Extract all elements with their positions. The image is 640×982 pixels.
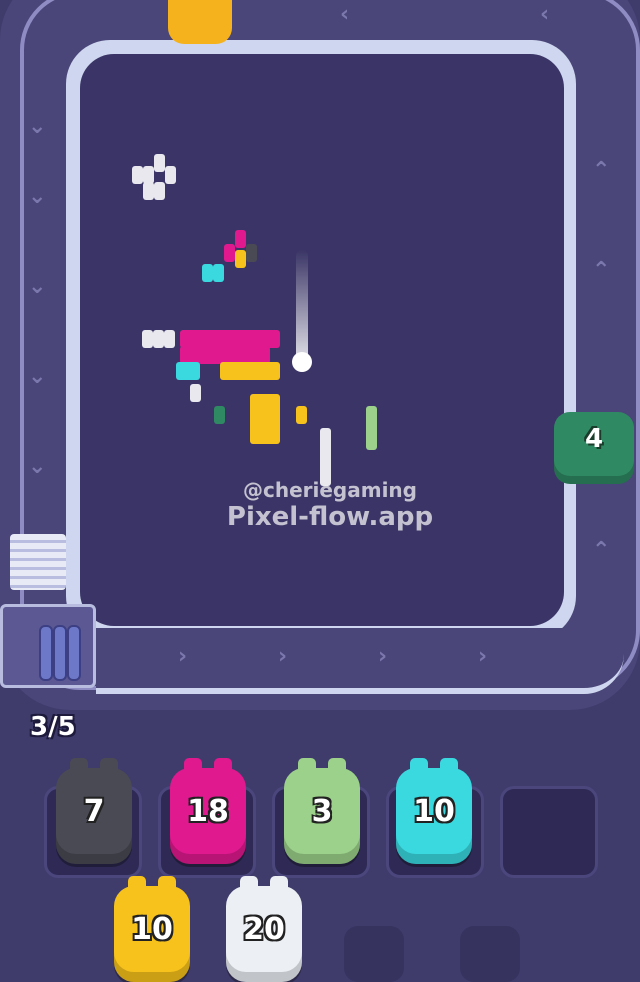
pig-count: 20 [243, 912, 285, 947]
pixel-block [246, 244, 257, 262]
chevron-down-icon: ⌄ [28, 184, 47, 209]
pig-shooter-magenta[interactable]: 18 [170, 758, 246, 864]
chevron-right-icon: › [378, 644, 388, 669]
pixel-block [176, 362, 200, 380]
ammo-disk [67, 625, 81, 681]
pixel-block [296, 406, 307, 424]
chevron-right-icon: › [178, 644, 188, 669]
pig-count: 7 [83, 794, 105, 829]
pig-count: 4 [584, 424, 604, 454]
pixel-block [213, 264, 224, 282]
watermark-site: Pixel-flow.app [226, 502, 434, 532]
pixel-block [224, 244, 235, 262]
chevron-up-icon: ⌃ [592, 258, 611, 283]
pixel-block [235, 250, 246, 268]
projectile [292, 352, 312, 372]
pig-shooter-white[interactable]: 20 [226, 876, 302, 982]
pig-shooter-green[interactable]: 4 [554, 412, 634, 484]
launcher [0, 604, 96, 688]
chevron-right-icon: › [278, 644, 288, 669]
pixel-board [80, 54, 564, 626]
pixel-block [132, 166, 143, 184]
pig-shooter-cyan[interactable]: 10 [396, 758, 472, 864]
pixel-block [164, 330, 175, 348]
conveyor-bottom [96, 628, 624, 694]
chevron-up-icon: ⌃ [592, 158, 611, 183]
chevron-down-icon: ⌄ [28, 114, 47, 139]
pixel-block [190, 384, 201, 402]
pixel-block [214, 406, 225, 424]
pig-count: 10 [131, 912, 173, 947]
pixel-block [154, 154, 165, 172]
pixel-row [220, 362, 280, 380]
pig-shooter-green[interactable]: 3 [284, 758, 360, 864]
queue-counter: 3/5 [30, 712, 76, 742]
chevron-down-icon: ⌄ [28, 364, 47, 389]
chevron-down-icon: ⌄ [28, 454, 47, 479]
pig-count: 10 [413, 794, 455, 829]
pig-shooter-top [168, 0, 232, 44]
pig-count: 3 [311, 794, 333, 829]
pixel-block [142, 330, 153, 348]
pixel-block [154, 182, 165, 200]
projectile-trail [296, 250, 308, 368]
ammo-disk [39, 625, 53, 681]
stairs [10, 534, 66, 590]
pixel-block [366, 406, 377, 450]
chevron-up-icon: ⌃ [592, 538, 611, 563]
pig-count: 18 [187, 794, 229, 829]
pixel-block [165, 166, 176, 184]
pig-shooter-black[interactable]: 7 [56, 758, 132, 864]
pixel-block [235, 230, 246, 248]
pixel-block [250, 394, 280, 444]
watermark-handle: @cheriegaming [242, 478, 417, 502]
chevron-left-icon: ‹ [340, 2, 350, 27]
watermark: @cheriegaming Pixel-flow.app [200, 478, 460, 532]
slot-5-empty[interactable] [500, 786, 598, 878]
pixel-block [202, 264, 213, 282]
pixel-block [153, 330, 164, 348]
ammo-disk [53, 625, 67, 681]
chevron-down-icon: ⌄ [28, 274, 47, 299]
chevron-left-icon: ‹ [540, 2, 550, 27]
pig-placeholder [460, 926, 520, 982]
pixel-block [143, 182, 154, 200]
pig-shooter-yellow[interactable]: 10 [114, 876, 190, 982]
pig-placeholder [344, 926, 404, 982]
chevron-right-icon: › [478, 644, 488, 669]
